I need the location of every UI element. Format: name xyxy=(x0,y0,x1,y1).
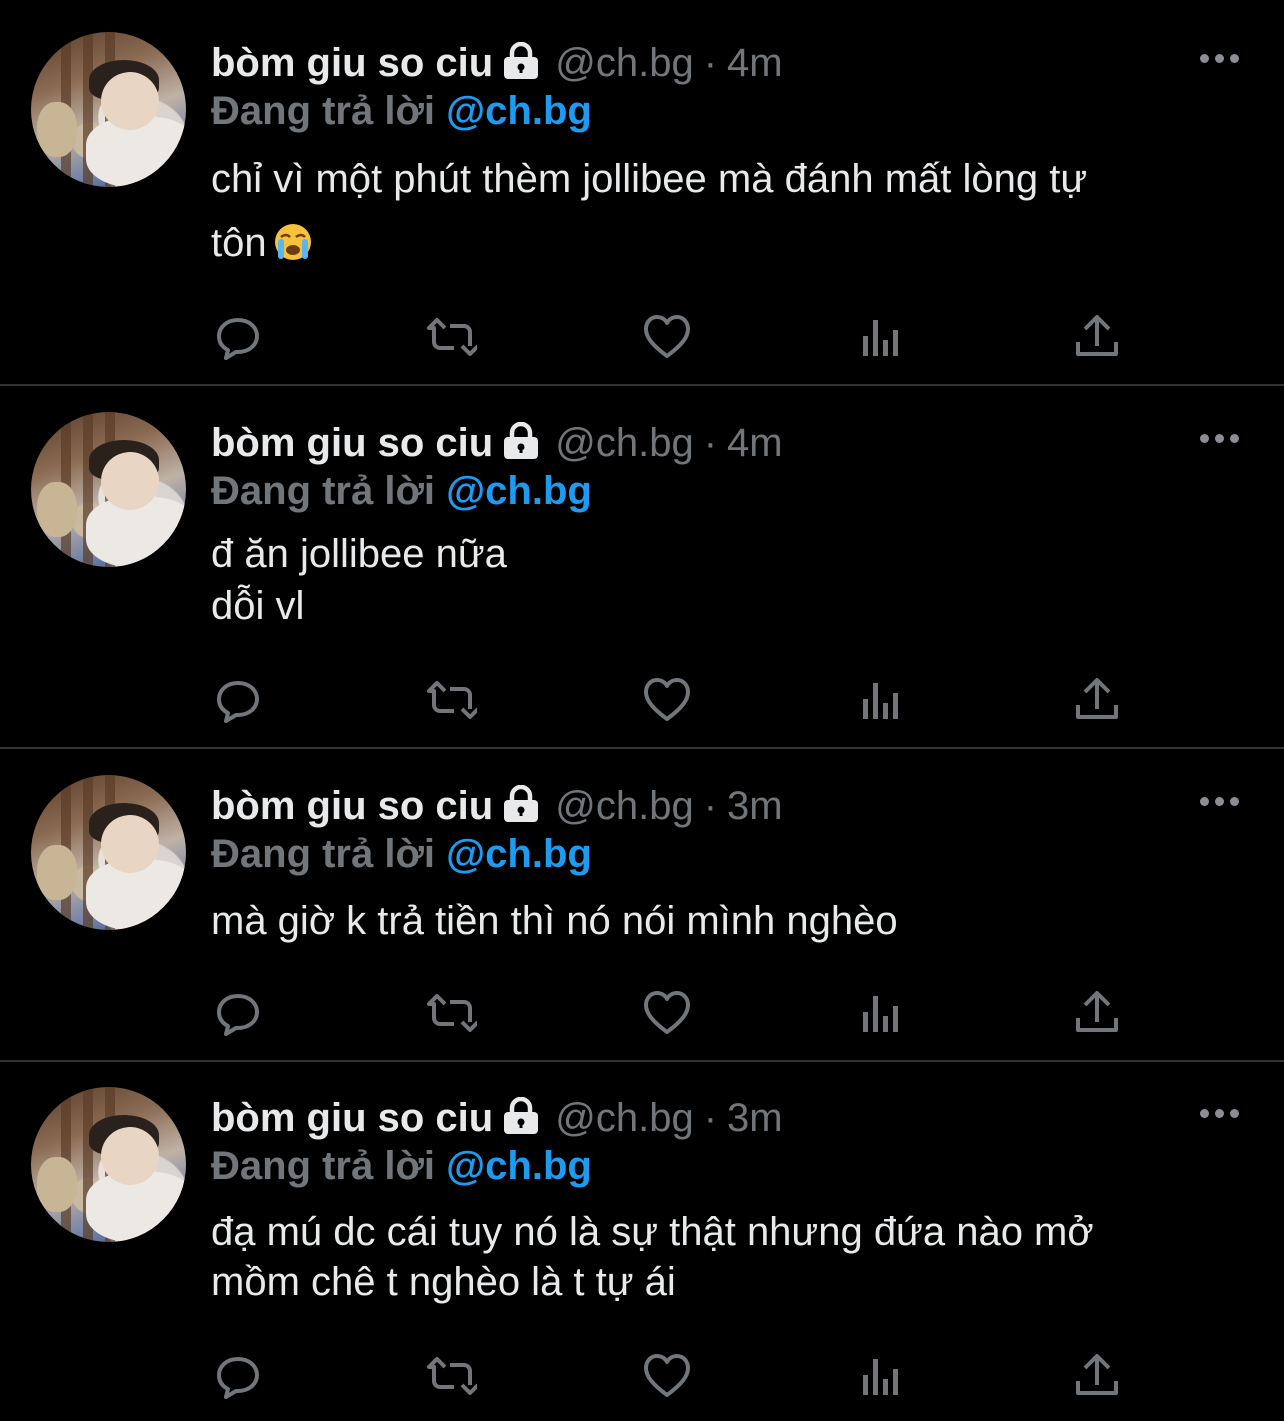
share-icon[interactable] xyxy=(1072,988,1122,1038)
more-icon[interactable] xyxy=(1200,54,1242,64)
tweet[interactable]: bòm giu so ciu @ch.bg · 3m Đang trả lời @ch… xyxy=(0,1087,1284,1421)
divider xyxy=(0,747,1284,749)
tweet-text-line: chỉ vì một phút thèm jollibee mà đánh mấ… xyxy=(211,157,1088,201)
tweet-header: bòm giu so ciu @ch.bg · 4m xyxy=(211,38,783,88)
retweet-icon[interactable] xyxy=(427,312,477,362)
tweet-text: chỉ vì một phút thèm jollibee mà đánh mấ… xyxy=(211,147,1087,281)
lock-icon xyxy=(501,1096,541,1147)
tweet-text-line: mồm chê t nghèo là t tự ái xyxy=(211,1260,676,1304)
reply-mention[interactable]: @ch.bg xyxy=(446,89,592,133)
heart-icon[interactable] xyxy=(642,988,692,1038)
heart-icon[interactable] xyxy=(642,675,692,725)
replying-to: Đang trả lời @ch.bg xyxy=(211,829,592,879)
tweet-header: bòm giu so ciu @ch.bg · 4m xyxy=(211,418,783,468)
heart-icon[interactable] xyxy=(642,1351,692,1401)
reply-icon[interactable] xyxy=(213,675,263,725)
divider xyxy=(0,384,1284,386)
author-handle[interactable]: @ch.bg xyxy=(555,784,693,828)
replying-to: Đang trả lời @ch.bg xyxy=(211,466,592,516)
views-icon[interactable] xyxy=(857,1351,907,1401)
tweet-text-line-with-emoji: tôn xyxy=(211,211,1087,281)
tweet-text: đ ăn jollibee nữa dỗi vl xyxy=(211,528,507,632)
timestamp[interactable]: 4m xyxy=(727,41,783,85)
retweet-icon[interactable] xyxy=(427,988,477,1038)
author-handle[interactable]: @ch.bg xyxy=(555,1096,693,1140)
author-handle[interactable]: @ch.bg xyxy=(555,421,693,465)
avatar[interactable] xyxy=(31,412,186,567)
tweet-text: mà giờ k trả tiền thì nó nói mình nghèo xyxy=(211,889,898,953)
separator-dot: · xyxy=(703,1096,718,1140)
tweet[interactable]: bòm giu so ciu @ch.bg · 4m Đang trả lời @ch… xyxy=(0,412,1284,747)
tweet[interactable]: bòm giu so ciu @ch.bg · 3m Đang trả lời @ch… xyxy=(0,775,1284,1060)
avatar[interactable] xyxy=(31,775,186,930)
views-icon[interactable] xyxy=(857,988,907,1038)
more-icon[interactable] xyxy=(1200,797,1242,807)
separator-dot: · xyxy=(703,41,718,85)
separator-dot: · xyxy=(703,784,718,828)
tweet-actions xyxy=(0,1351,1284,1401)
lock-icon xyxy=(501,421,541,472)
more-icon[interactable] xyxy=(1200,434,1242,444)
share-icon[interactable] xyxy=(1072,312,1122,362)
author-name[interactable]: bòm giu so ciu xyxy=(211,784,493,828)
tweet-actions xyxy=(0,675,1284,725)
author-name[interactable]: bòm giu so ciu xyxy=(211,1096,493,1140)
tweet-text: đạ mú dc cái tuy nó là sự thật nhưng đứa… xyxy=(211,1207,1094,1307)
replying-to-label: Đang trả lời xyxy=(211,469,436,513)
lock-icon xyxy=(501,784,541,835)
tweet-text-line: dỗi vl xyxy=(211,584,305,628)
reply-icon[interactable] xyxy=(213,988,263,1038)
tweet-text-line: đ ăn jollibee nữa xyxy=(211,532,507,576)
reply-mention[interactable]: @ch.bg xyxy=(446,469,592,513)
retweet-icon[interactable] xyxy=(427,1351,477,1401)
more-icon[interactable] xyxy=(1200,1109,1242,1119)
views-icon[interactable] xyxy=(857,675,907,725)
tweet-header: bòm giu so ciu @ch.bg · 3m xyxy=(211,1093,783,1143)
tweet-text-line: mà giờ k trả tiền thì nó nói mình nghèo xyxy=(211,899,898,943)
reply-icon[interactable] xyxy=(213,1351,263,1401)
tweet[interactable]: bòm giu so ciu @ch.bg · 4m Đang trả lời @ch… xyxy=(0,32,1284,384)
retweet-icon[interactable] xyxy=(427,675,477,725)
separator-dot: · xyxy=(703,421,718,465)
avatar[interactable] xyxy=(31,1087,186,1242)
divider xyxy=(0,1060,1284,1062)
lock-icon xyxy=(501,41,541,92)
loudly-crying-face-icon xyxy=(273,217,313,281)
heart-icon[interactable] xyxy=(642,312,692,362)
reply-mention[interactable]: @ch.bg xyxy=(446,1144,592,1188)
share-icon[interactable] xyxy=(1072,1351,1122,1401)
timestamp[interactable]: 3m xyxy=(727,784,783,828)
author-handle[interactable]: @ch.bg xyxy=(555,41,693,85)
views-icon[interactable] xyxy=(857,312,907,362)
tweet-text-line: tôn xyxy=(211,221,267,265)
author-name[interactable]: bòm giu so ciu xyxy=(211,421,493,465)
tweet-text-line: đạ mú dc cái tuy nó là sự thật nhưng đứa… xyxy=(211,1210,1094,1254)
share-icon[interactable] xyxy=(1072,675,1122,725)
reply-icon[interactable] xyxy=(213,312,263,362)
replying-to-label: Đang trả lời xyxy=(211,1144,436,1188)
timestamp[interactable]: 4m xyxy=(727,421,783,465)
tweet-actions xyxy=(0,988,1284,1038)
tweet-actions xyxy=(0,312,1284,362)
tweet-feed: bòm giu so ciu @ch.bg · 4m Đang trả lời @ch… xyxy=(0,0,1284,1421)
reply-mention[interactable]: @ch.bg xyxy=(446,832,592,876)
replying-to: Đang trả lời @ch.bg xyxy=(211,1141,592,1191)
avatar[interactable] xyxy=(31,32,186,187)
replying-to: Đang trả lời @ch.bg xyxy=(211,86,592,136)
replying-to-label: Đang trả lời xyxy=(211,89,436,133)
author-name[interactable]: bòm giu so ciu xyxy=(211,41,493,85)
replying-to-label: Đang trả lời xyxy=(211,832,436,876)
timestamp[interactable]: 3m xyxy=(727,1096,783,1140)
tweet-header: bòm giu so ciu @ch.bg · 3m xyxy=(211,781,783,831)
